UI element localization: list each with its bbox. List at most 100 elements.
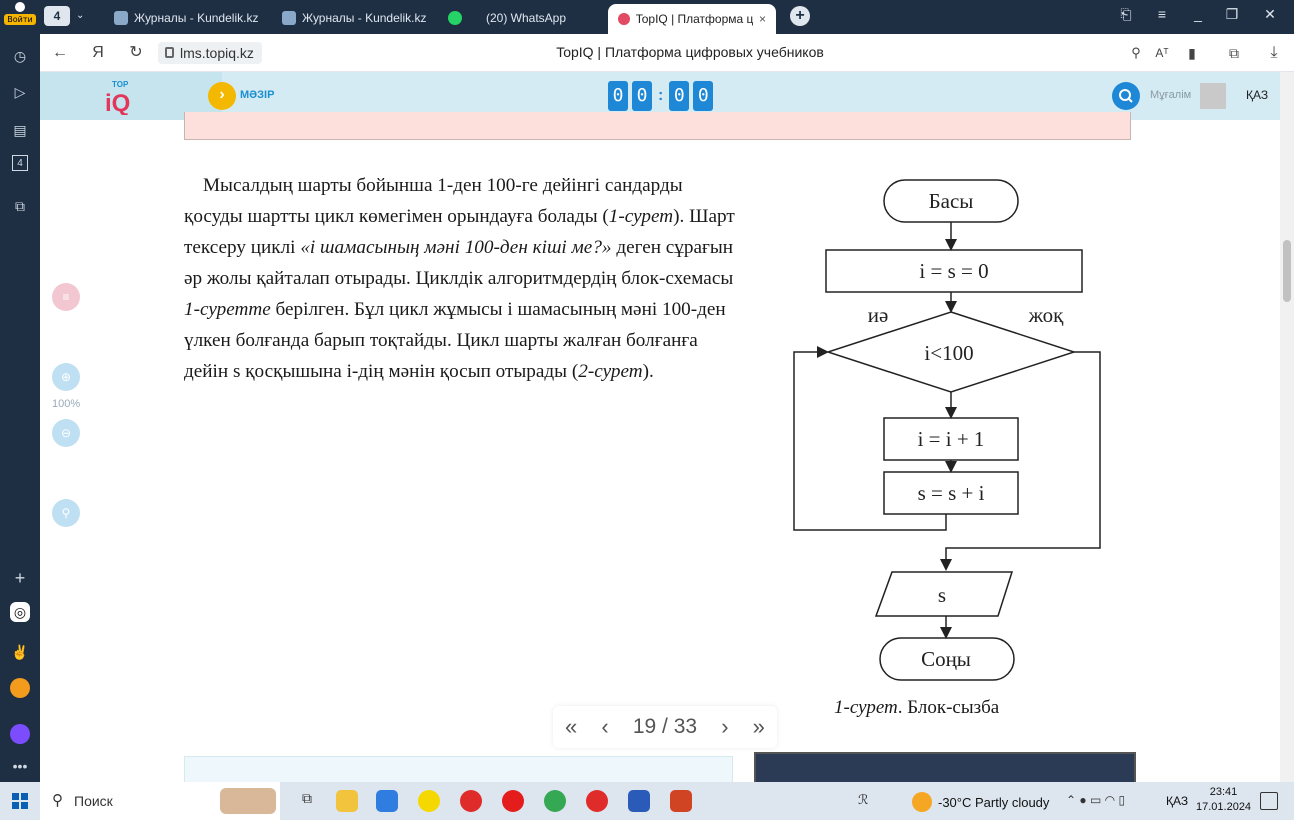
bookmark-icon[interactable]: ▮: [1182, 43, 1202, 63]
timer-digit: 0: [669, 81, 690, 111]
topiq-favicon-icon: [618, 13, 630, 25]
caption-text: . Блок-сызба: [897, 697, 1000, 718]
start-label: Басы: [929, 189, 974, 213]
opera-icon[interactable]: [502, 790, 524, 812]
init-label: i = s = 0: [919, 259, 988, 283]
zoom-in-icon: ⊕: [60, 370, 72, 384]
chrome-icon[interactable]: [544, 790, 566, 812]
tab-kundelik-1[interactable]: Журналы - Kundelik.kz: [114, 5, 258, 31]
topiq-logo[interactable]: TOP iQ: [102, 77, 142, 115]
clock[interactable]: 23:41 17.01.2024: [1196, 785, 1251, 815]
svg-text:TOP: TOP: [112, 80, 129, 89]
zoom-out-button[interactable]: ⊖: [52, 419, 80, 447]
file-explorer-icon[interactable]: [336, 790, 358, 812]
menu-icon[interactable]: ≡: [1152, 6, 1172, 22]
kinopoisk-icon[interactable]: [418, 790, 440, 812]
screenshot-icon[interactable]: ⧉: [8, 194, 32, 218]
menu-label[interactable]: МӘЗІР: [240, 89, 274, 101]
output-label: s: [938, 583, 946, 607]
tab-label: (20) WhatsApp: [486, 11, 567, 25]
tab-whatsapp[interactable]: (20) WhatsApp: [448, 5, 566, 31]
minimize-icon[interactable]: _: [1188, 6, 1208, 22]
yandex-icon[interactable]: Я: [88, 43, 108, 63]
tab-count-button[interactable]: 4: [44, 6, 70, 26]
last-page-button[interactable]: »: [753, 714, 765, 740]
collections-icon[interactable]: ▤: [8, 118, 32, 142]
search-page-icon[interactable]: ⚲: [1126, 43, 1146, 63]
chevron-down-icon[interactable]: ⌄: [76, 10, 84, 21]
address-bar: ← Я ↻ lms.topiq.kz TopIQ | Платформа циф…: [40, 34, 1294, 72]
history-icon[interactable]: ◷: [8, 44, 32, 68]
menu-toggle-button[interactable]: ›: [208, 82, 236, 110]
notifications-icon[interactable]: [1260, 792, 1278, 810]
tab-label: Журналы - Kundelik.kz: [302, 11, 427, 25]
powerpoint-icon[interactable]: [670, 790, 692, 812]
yes-label: иә: [868, 303, 889, 327]
reader-icon[interactable]: ⧉: [1224, 43, 1244, 63]
timer-digit: 0: [693, 81, 714, 111]
text-run: ).: [642, 361, 654, 382]
yandex-market-icon[interactable]: [10, 678, 30, 698]
menu-list-button[interactable]: ≡: [52, 283, 80, 311]
input-language[interactable]: ҚАЗ: [1166, 794, 1188, 808]
back-icon[interactable]: ←: [50, 43, 70, 63]
yandex-browser-icon[interactable]: [586, 790, 608, 812]
svg-text:iQ: iQ: [105, 90, 130, 115]
tab-topiq[interactable]: TopIQ | Платформа циф ×: [608, 4, 776, 34]
tray-icons[interactable]: ⌃ ● ▭ ◠ ▯: [1066, 793, 1125, 807]
lock-icon: [165, 47, 174, 58]
bookmark-panel-icon[interactable]: ⎗: [1116, 6, 1136, 23]
tab-kundelik-2[interactable]: Журналы - Kundelik.kz: [282, 5, 426, 31]
windows-start-icon[interactable]: [12, 793, 28, 809]
search-highlight-icon: [220, 788, 276, 814]
alice-icon[interactable]: [10, 724, 30, 744]
download-icon[interactable]: ⤓: [1264, 43, 1284, 63]
close-tab-icon[interactable]: ×: [759, 12, 766, 26]
reload-icon[interactable]: ↻: [126, 43, 146, 63]
weather-text: -30°C Partly cloudy: [938, 794, 1050, 810]
more-icon[interactable]: •••: [8, 754, 32, 778]
play-icon[interactable]: ▷: [8, 80, 32, 104]
user-icon: [15, 2, 25, 12]
close-window-icon[interactable]: ✕: [1260, 6, 1280, 23]
restore-icon[interactable]: ❐: [1222, 6, 1242, 23]
first-page-button[interactable]: «: [565, 714, 577, 740]
scrollbar-thumb[interactable]: [1283, 240, 1291, 302]
timer-colon: :: [658, 87, 664, 104]
next-page-button[interactable]: ›: [721, 714, 728, 740]
page-title: TopIQ | Платформа цифровых учебников: [556, 44, 824, 60]
translate-icon[interactable]: Aᵀ: [1152, 43, 1172, 63]
taskbar-search[interactable]: ⚲ Поиск: [40, 782, 280, 820]
no-label: жоқ: [1028, 303, 1064, 327]
search-icon: ⚲: [61, 506, 71, 520]
search-icon: [1119, 89, 1133, 103]
add-icon[interactable]: +: [8, 566, 32, 590]
search-text-button[interactable]: ⚲: [52, 499, 80, 527]
clock-date: 17.01.2024: [1196, 801, 1252, 813]
search-button[interactable]: [1112, 82, 1140, 110]
new-tab-icon[interactable]: +: [790, 6, 810, 26]
store-icon[interactable]: [376, 790, 398, 812]
url-field[interactable]: lms.topiq.kz: [158, 42, 262, 64]
people-icon[interactable]: ℛ: [858, 792, 868, 808]
weather-widget[interactable]: -30°C Partly cloudy: [912, 792, 1049, 812]
next-section-panel: [184, 756, 733, 784]
task-view-icon[interactable]: ⧉: [296, 790, 318, 812]
word-icon[interactable]: [628, 790, 650, 812]
note-bar: [184, 112, 1131, 140]
prev-page-button[interactable]: ‹: [601, 714, 608, 740]
yandex-app-icon[interactable]: [460, 790, 482, 812]
zoom-in-button[interactable]: ⊕: [52, 363, 80, 391]
login-button[interactable]: Войти: [2, 2, 38, 32]
figure-ref: 1-сурет: [608, 206, 674, 227]
instagram-icon[interactable]: ◎: [10, 602, 30, 622]
kundelik-icon[interactable]: ✌: [8, 640, 32, 664]
tab-count-icon[interactable]: 4: [12, 155, 28, 171]
language-selector[interactable]: ҚАЗ: [1246, 88, 1268, 102]
taskbar: ⚲ Поиск ⧉ ℛ -30°C Partly cloudy ⌃ ● ▭ ◠ …: [0, 782, 1294, 820]
avatar[interactable]: [1200, 83, 1226, 109]
increment-label: i = i + 1: [918, 427, 985, 451]
scrollbar[interactable]: [1280, 72, 1294, 782]
zoom-level: 100%: [52, 398, 81, 410]
lesson-paragraph: Мысалдың шарты бойынша 1-ден 100-ге дейі…: [184, 170, 744, 387]
